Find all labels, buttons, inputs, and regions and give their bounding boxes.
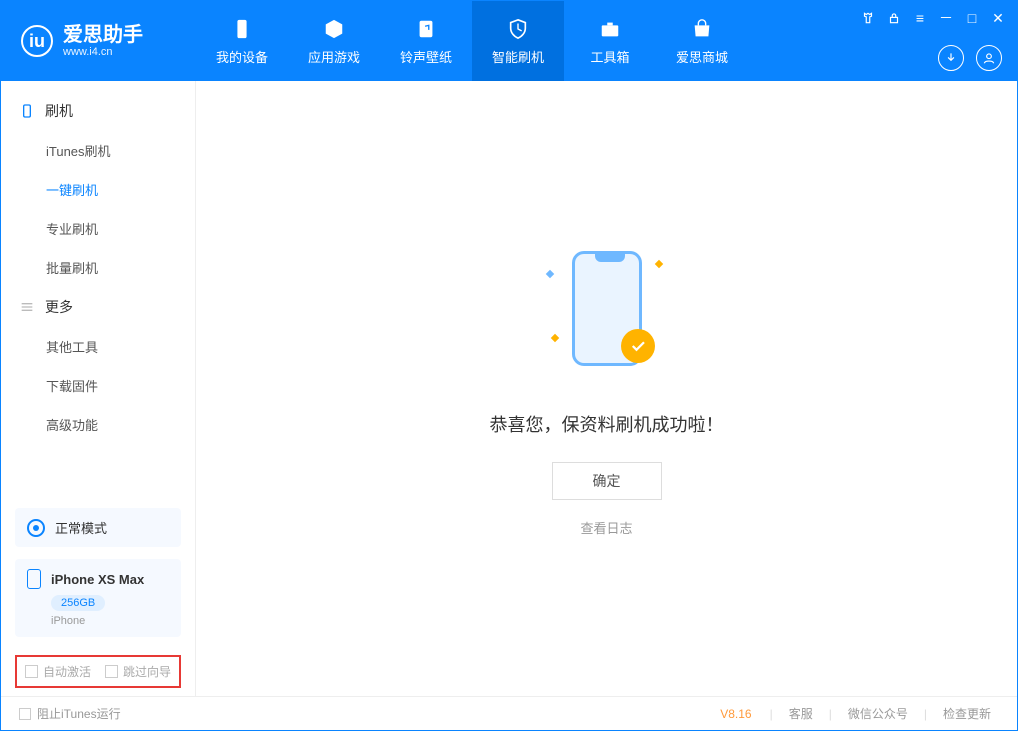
tab-smart-flash[interactable]: 智能刷机 [472,1,564,81]
maximize-button[interactable]: □ [963,9,981,27]
tab-apps-games[interactable]: 应用游戏 [288,1,380,81]
sidebar: 刷机 iTunes刷机 一键刷机 专业刷机 批量刷机 更多 其他工具 下载固件 … [1,81,196,696]
window-controls: ≡ － □ ✕ [859,9,1007,27]
minimize-button[interactable]: － [937,9,955,27]
app-title: 爱思助手 [63,24,143,46]
sidebar-item-oneclick-flash[interactable]: 一键刷机 [1,170,195,209]
main-tabs: 我的设备 应用游戏 铃声壁纸 智能刷机 工具箱 爱思商城 [196,1,748,81]
tab-label: 工具箱 [590,47,629,66]
sidebar-item-pro-flash[interactable]: 专业刷机 [1,209,195,248]
close-button[interactable]: ✕ [989,9,1007,27]
block-itunes-label: 阻止iTunes运行 [37,705,121,722]
music-icon [414,17,438,41]
footer-link-update[interactable]: 检查更新 [935,705,999,722]
sidebar-section-more: 更多 [1,287,195,327]
list-icon [19,299,35,315]
ok-button[interactable]: 确定 [552,462,662,500]
tab-my-device[interactable]: 我的设备 [196,1,288,81]
tab-label: 智能刷机 [492,47,544,66]
tab-label: 爱思商城 [676,47,728,66]
main-content: 恭喜您，保资料刷机成功啦！ 确定 查看日志 [196,81,1017,696]
tab-ringtone-wallpaper[interactable]: 铃声壁纸 [380,1,472,81]
body: 刷机 iTunes刷机 一键刷机 专业刷机 批量刷机 更多 其他工具 下载固件 … [1,81,1017,696]
tab-label: 铃声壁纸 [400,47,452,66]
toolbox-icon [598,17,622,41]
cube-icon [322,17,346,41]
device-name: iPhone XS Max [51,572,144,587]
shield-icon [506,17,530,41]
footer-link-service[interactable]: 客服 [781,705,821,722]
device-card[interactable]: iPhone XS Max 256GB iPhone [15,559,181,637]
header: iu 爱思助手 www.i4.cn 我的设备 应用游戏 铃声壁纸 智能刷机 工具… [1,1,1017,81]
lock-icon[interactable] [885,9,903,27]
checkbox-auto-activate[interactable]: 自动激活 [25,663,91,680]
footer-link-wechat[interactable]: 微信公众号 [840,705,916,722]
menu-icon[interactable]: ≡ [911,9,929,27]
logo-text: 爱思助手 www.i4.cn [63,24,143,58]
user-button[interactable] [976,45,1002,71]
sidebar-section-flash: 刷机 [1,91,195,131]
device-icon [230,17,254,41]
app-subtitle: www.i4.cn [63,46,143,58]
tab-toolbox[interactable]: 工具箱 [564,1,656,81]
sidebar-item-other-tools[interactable]: 其他工具 [1,327,195,366]
device-storage-badge: 256GB [51,595,105,611]
store-icon [690,17,714,41]
tab-label: 应用游戏 [308,47,360,66]
sidebar-item-batch-flash[interactable]: 批量刷机 [1,248,195,287]
phone-icon [19,103,35,119]
logo-icon: iu [21,25,53,57]
version-label: V8.16 [720,707,751,721]
header-actions [938,45,1002,71]
view-log-link[interactable]: 查看日志 [580,518,632,537]
footer: 阻止iTunes运行 V8.16 | 客服 | 微信公众号 | 检查更新 [1,696,1017,730]
shirt-icon[interactable] [859,9,877,27]
device-phone-icon [27,569,41,589]
sidebar-item-itunes-flash[interactable]: iTunes刷机 [1,131,195,170]
success-message: 恭喜您，保资料刷机成功啦！ [490,411,724,437]
tab-store[interactable]: 爱思商城 [656,1,748,81]
tab-label: 我的设备 [216,47,268,66]
logo-area: iu 爱思助手 www.i4.cn [1,24,196,58]
device-type: iPhone [51,615,169,627]
mode-icon [27,519,45,537]
check-icon [621,329,655,363]
section-title: 更多 [45,297,73,317]
sidebar-item-download-firmware[interactable]: 下载固件 [1,366,195,405]
checkbox-skip-guide[interactable]: 跳过向导 [105,663,171,680]
mode-label: 正常模式 [55,518,107,537]
download-button[interactable] [938,45,964,71]
mode-card[interactable]: 正常模式 [15,508,181,547]
success-illustration [537,241,677,381]
options-row: 自动激活 跳过向导 [15,655,181,688]
checkbox-block-itunes[interactable] [19,708,31,720]
section-title: 刷机 [45,101,73,121]
sidebar-item-advanced[interactable]: 高级功能 [1,405,195,444]
